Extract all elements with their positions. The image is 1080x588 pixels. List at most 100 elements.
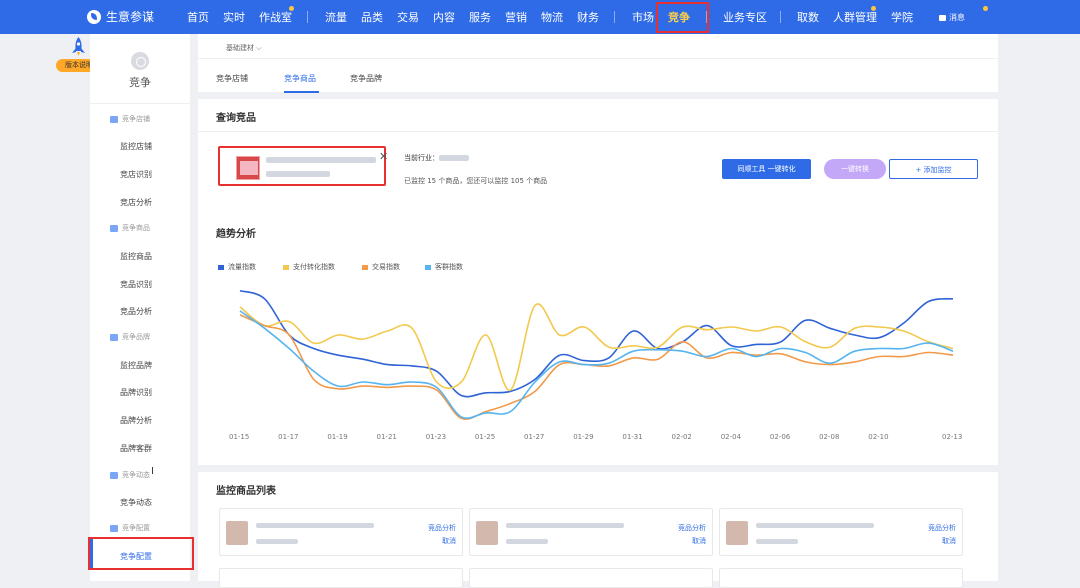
- product-title-blurred: [756, 523, 874, 528]
- product-title-blurred: [256, 523, 374, 528]
- sidebar-item-store-analysis[interactable]: 竞店分析: [120, 197, 152, 208]
- sidebar-item-product-analysis[interactable]: 竞品分析: [120, 306, 152, 317]
- category-selector[interactable]: 基础建材 ⌵: [226, 43, 262, 53]
- analysis-link[interactable]: 竞品分析: [678, 523, 706, 533]
- nav-competition-highlight: [656, 2, 709, 33]
- chevron-down-icon: ⌵: [254, 44, 262, 52]
- legend-item-traffic[interactable]: 流量指数: [218, 262, 256, 272]
- tab-competing-products[interactable]: 竞争商品: [284, 73, 316, 84]
- legend-label: 流量指数: [228, 263, 256, 271]
- trend-chart: [239, 289, 954, 420]
- divider: [198, 58, 998, 59]
- list-item[interactable]: [469, 568, 713, 588]
- analysis-link[interactable]: 竞品分析: [928, 523, 956, 533]
- nav-war-room[interactable]: 作战室: [259, 9, 292, 25]
- list-item[interactable]: [219, 568, 463, 588]
- nav-war-room-dot: [289, 6, 294, 11]
- x-tick-label: 02-10: [868, 433, 889, 441]
- nav-business-zone[interactable]: 业务专区: [723, 9, 767, 25]
- nav-crowd-management[interactable]: 人群管理: [833, 9, 877, 25]
- group-icon: [110, 115, 118, 123]
- x-tick-label: 02-08: [819, 433, 840, 441]
- legend-item-transaction[interactable]: 交易指数: [362, 262, 400, 272]
- tab-competing-brands[interactable]: 竞争品牌: [350, 73, 382, 84]
- sidebar-item-monitor-stores[interactable]: 监控店铺: [120, 141, 152, 152]
- nav-marketing[interactable]: 营销: [505, 9, 527, 25]
- x-tick-label: 01-29: [573, 433, 594, 441]
- legend-item-audience[interactable]: 客群指数: [425, 262, 463, 272]
- query-section-title: 查询竞品: [216, 113, 256, 124]
- list-item[interactable]: 竞品分析 取消: [719, 508, 963, 556]
- sidebar-group-label: 竞争商品: [122, 224, 150, 232]
- nav-messages-dot: [983, 6, 988, 11]
- nav-market[interactable]: 市场: [632, 9, 654, 25]
- product-subtitle-blurred: [266, 171, 330, 177]
- category-label: 基础建材: [226, 44, 254, 52]
- group-icon: [110, 333, 118, 341]
- text-cursor-icon: I: [151, 466, 154, 477]
- convert-button[interactable]: 同顺工具 一键转化: [722, 159, 811, 179]
- product-thumbnail: [236, 156, 260, 180]
- nav-transaction[interactable]: 交易: [397, 9, 419, 25]
- nav-separator: [706, 11, 707, 23]
- list-item[interactable]: [719, 568, 963, 588]
- nav-category[interactable]: 品类: [361, 9, 383, 25]
- series-line-4: [239, 310, 954, 420]
- trend-section-title: 趋势分析: [216, 229, 256, 240]
- tab-active-underline: [284, 91, 319, 93]
- nav-finance[interactable]: 财务: [577, 9, 599, 25]
- nav-academy[interactable]: 学院: [891, 9, 913, 25]
- nav-logistics[interactable]: 物流: [541, 9, 563, 25]
- group-icon: [110, 224, 118, 232]
- legend-label: 客群指数: [435, 263, 463, 271]
- list-item[interactable]: 竞品分析 取消: [219, 508, 463, 556]
- nav-separator: [614, 11, 615, 23]
- product-title-blurred: [266, 157, 376, 163]
- rocket-icon: [72, 37, 85, 56]
- legend-item-payment-conversion[interactable]: 支付转化指数: [283, 262, 335, 272]
- nav-home[interactable]: 首页: [187, 9, 209, 25]
- cancel-link[interactable]: 取消: [942, 536, 956, 546]
- nav-messages[interactable]: 消息: [939, 12, 965, 23]
- legend-swatch: [362, 264, 368, 270]
- tab-competing-stores[interactable]: 竞争店铺: [216, 73, 248, 84]
- sidebar-item-brand-identify[interactable]: 品牌识别: [120, 387, 152, 398]
- x-tick-label: 01-15: [229, 433, 250, 441]
- sidebar-group-competition-config: 竞争配置: [110, 523, 150, 533]
- sidebar-item-store-identify[interactable]: 竞店识别: [120, 169, 152, 180]
- sidebar-item-brand-audience[interactable]: 品牌客群: [120, 443, 152, 454]
- legend-label: 支付转化指数: [293, 263, 335, 271]
- sidebar-group-competing-stores: 竞争店铺: [110, 114, 150, 124]
- current-industry: 当前行业：: [404, 153, 469, 163]
- x-tick-label: 01-19: [327, 433, 348, 441]
- sidebar-item-monitor-products[interactable]: 监控商品: [120, 251, 152, 262]
- sidebar-group-label: 竞争店铺: [122, 115, 150, 123]
- nav-data-fetch[interactable]: 取数: [797, 9, 819, 25]
- nav-realtime[interactable]: 实时: [223, 9, 245, 25]
- nav-separator: [780, 11, 781, 23]
- add-monitor-button[interactable]: + 添加监控: [889, 159, 978, 179]
- x-tick-label: 01-31: [622, 433, 643, 441]
- close-icon[interactable]: ✕: [379, 150, 388, 163]
- product-thumbnail: [476, 521, 498, 545]
- group-icon: [110, 524, 118, 532]
- product-subtitle-blurred: [506, 539, 548, 544]
- analysis-link[interactable]: 竞品分析: [428, 523, 456, 533]
- sidebar-item-monitor-brands[interactable]: 监控品牌: [120, 360, 152, 371]
- sidebar-item-competition-dynamics[interactable]: 竞争动态: [120, 497, 152, 508]
- sidebar-item-product-identify[interactable]: 竞品识别: [120, 279, 152, 290]
- sidebar-item-brand-analysis[interactable]: 品牌分析: [120, 415, 152, 426]
- brand-logo[interactable]: 生意参谋: [87, 8, 154, 25]
- series-line-1: [239, 289, 954, 398]
- list-item[interactable]: 竞品分析 取消: [469, 508, 713, 556]
- nav-traffic[interactable]: 流量: [325, 9, 347, 25]
- cancel-link[interactable]: 取消: [442, 536, 456, 546]
- section-divider: [198, 131, 998, 132]
- one-click-convert-button[interactable]: 一键转换: [824, 159, 886, 179]
- sidebar-group-competition-dynamics: 竞争动态: [110, 470, 150, 480]
- sidebar-group-competing-products: 竞争商品: [110, 223, 150, 233]
- cancel-link[interactable]: 取消: [692, 536, 706, 546]
- nav-content[interactable]: 内容: [433, 9, 455, 25]
- nav-service[interactable]: 服务: [469, 9, 491, 25]
- x-tick-label: 02-04: [720, 433, 742, 441]
